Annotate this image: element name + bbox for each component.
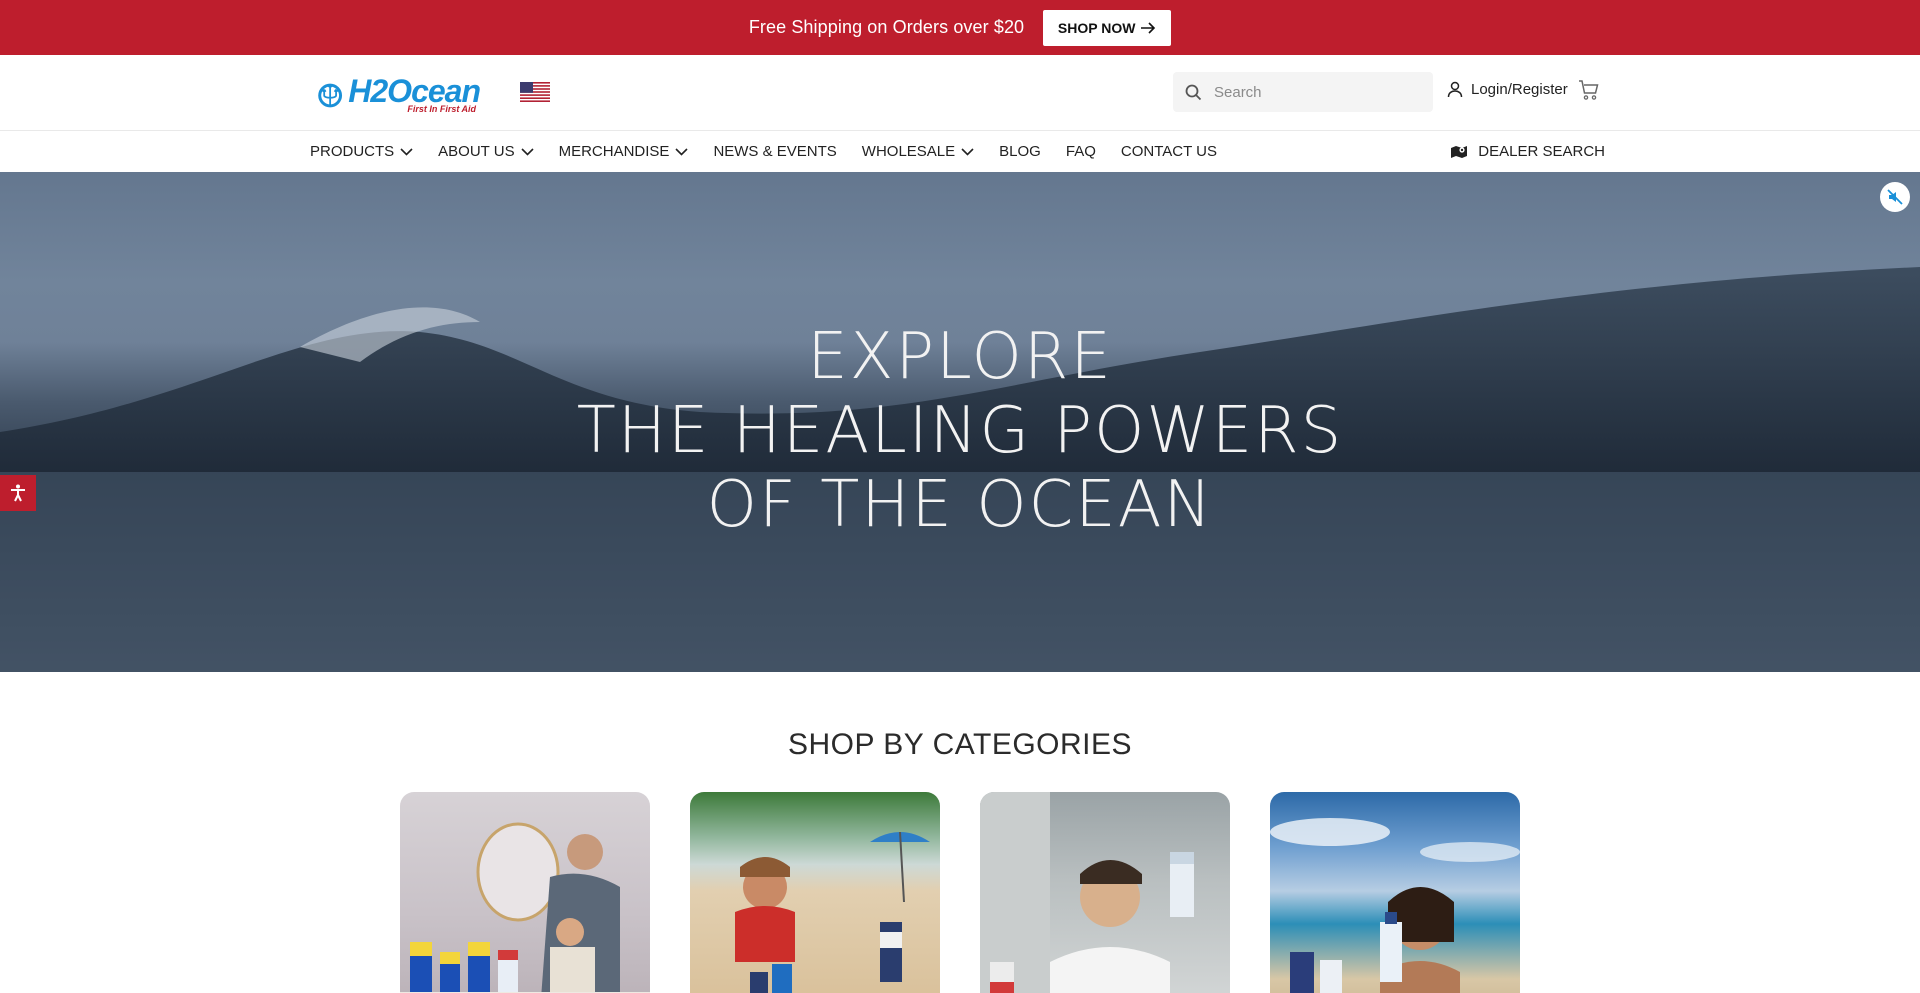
category-image-1 [400,822,650,993]
hero-headline: EXPLORE THE HEALING POWERS OF THE OCEAN [0,320,1920,542]
nav-item-label: PRODUCTS [310,143,395,160]
user-icon [1447,81,1463,98]
nav-item-news-events[interactable]: NEWS & EVENTS [713,143,836,160]
arrow-right-icon [1141,21,1156,34]
logo-text: H2Ocean [348,72,481,109]
site-header: H2Ocean First In First Aid Login/Registe… [0,55,1920,131]
nav-item-label: NEWS & EVENTS [713,143,837,160]
main-nav: PRODUCTS ABOUT US MERCHANDISE NEWS & EVENTS… [0,131,1920,172]
muted-speaker-icon [1887,189,1903,205]
category-image-2 [735,831,930,993]
hero-line-1: EXPLORE [807,320,1113,394]
cart-icon[interactable] [1578,79,1600,101]
category-card-3[interactable] [980,792,1230,993]
us-flag-icon[interactable] [520,82,550,102]
nav-item-label: WHOLESALE [861,143,956,160]
hero-banner: EXPLORE THE HEALING POWERS OF THE OCEAN [0,172,1920,672]
chevron-down-icon [675,147,689,156]
mute-button[interactable] [1880,182,1910,212]
category-image-4 [1270,818,1520,993]
nav-item-wholesale[interactable]: WHOLESALE [862,143,974,160]
shop-now-button[interactable]: SHOP NOW [1043,9,1172,46]
nav-item-label: MERCHANDISE [558,143,670,160]
shop-now-label: SHOP NOW [1057,19,1136,36]
search-input[interactable] [1214,83,1414,101]
nav-item-merchandise[interactable]: MERCHANDISE [559,143,689,160]
nav-item-products[interactable]: PRODUCTS [310,143,413,160]
nav-item-about-us[interactable]: ABOUT US [438,143,534,160]
dealer-search-link[interactable]: DEALER SEARCH [1450,131,1605,172]
login-register-label: Login/Register [1471,81,1568,98]
nav-list: PRODUCTS ABOUT US MERCHANDISE NEWS & EVENTS… [310,131,1242,172]
chevron-down-icon [521,147,534,156]
accessibility-icon [11,484,25,502]
category-card-1[interactable] [400,792,650,993]
dealer-search-label: DEALER SEARCH [1478,143,1605,160]
hero-line-2: THE HEALING POWERS [576,394,1344,468]
hero-line-3: OF THE OCEAN [706,468,1214,542]
nav-item-label: CONTACT US [1120,143,1217,160]
search-box [1173,72,1433,112]
category-card-2[interactable] [690,792,940,993]
nav-item-label: FAQ [1065,143,1096,160]
trident-logo-icon [318,83,343,108]
logo[interactable]: H2Ocean First In First Aid [316,71,481,117]
login-register-link[interactable]: Login/Register [1447,81,1568,98]
announcement-text: Free Shipping on Orders over $20 [748,17,1025,37]
nav-item-blog[interactable]: BLOG [999,143,1041,160]
nav-item-label: BLOG [999,143,1041,160]
map-pin-icon [1451,145,1468,158]
chevron-down-icon [961,147,974,156]
category-image-3 [980,792,1194,993]
search-icon[interactable] [1185,84,1202,101]
logo-tagline: First In First Aid [407,103,476,114]
chevron-down-icon [400,147,413,156]
nav-item-contact-us[interactable]: CONTACT US [1121,143,1217,160]
section-title: SHOP BY CATEGORIES [787,728,1133,761]
accessibility-button[interactable] [0,475,36,511]
announcement-bar: Free Shipping on Orders over $20 SHOP NO… [0,0,1920,55]
nav-item-faq[interactable]: FAQ [1066,143,1096,160]
nav-item-label: ABOUT US [438,143,515,160]
category-card-4[interactable] [1270,792,1520,993]
